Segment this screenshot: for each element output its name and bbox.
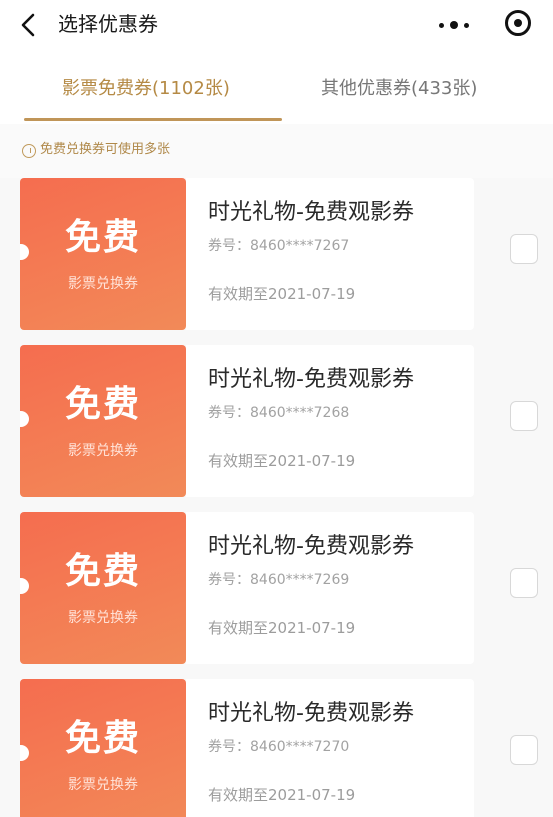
active-tab-indicator <box>24 118 282 121</box>
bulb-icon <box>22 144 36 158</box>
coupon-tabs: 影票免费券(1102张) 其他优惠券(433张) <box>0 62 553 124</box>
coupon-validity: 有效期至2021-07-19 <box>208 619 356 637</box>
coupon-code: 券号：8460****7270 <box>208 739 350 755</box>
coupon-body: 时光礼物-免费观影券 券号：8460****7267 有效期至2021-07-1… <box>186 178 474 330</box>
coupon-body: 时光礼物-免费观影券 券号：8460****7270 有效期至2021-07-1… <box>186 679 474 817</box>
coupon-stub: 免费 影票兑换券 <box>20 679 186 817</box>
coupon-name: 时光礼物-免费观影券 <box>208 367 414 392</box>
coupon-stub-title: 免费 <box>64 551 141 592</box>
coupon-validity: 有效期至2021-07-19 <box>208 786 356 804</box>
coupon-card[interactable]: 免费 影票兑换券 时光礼物-免费观影券 券号：8460****7267 有效期至… <box>20 178 553 330</box>
coupon-stub: 免费 影票兑换券 <box>20 178 186 330</box>
target-circle-icon[interactable] <box>505 10 531 36</box>
coupon-name: 时光礼物-免费观影券 <box>208 701 414 726</box>
page-title: 选择优惠券 <box>58 12 158 36</box>
coupon-validity: 有效期至2021-07-19 <box>208 452 356 470</box>
coupon-stub-title: 免费 <box>64 217 141 258</box>
coupon-list: 免费 影票兑换券 时光礼物-免费观影券 券号：8460****7267 有效期至… <box>0 178 553 817</box>
coupon-checkbox[interactable] <box>510 401 538 431</box>
tip-text: 免费兑换券可使用多张 <box>40 142 171 157</box>
tab-movie-free-coupons[interactable]: 影票免费券(1102张) <box>62 76 230 102</box>
coupon-card[interactable]: 免费 影票兑换券 时光礼物-免费观影券 券号：8460****7270 有效期至… <box>20 679 553 817</box>
coupon-code: 券号：8460****7269 <box>208 572 350 588</box>
coupon-stub-subtitle: 影票兑换券 <box>68 610 138 626</box>
coupon-body: 时光礼物-免费观影券 券号：8460****7269 有效期至2021-07-1… <box>186 512 474 664</box>
coupon-checkbox[interactable] <box>510 234 538 264</box>
coupon-code: 券号：8460****7268 <box>208 405 350 421</box>
coupon-card[interactable]: 免费 影票兑换券 时光礼物-免费观影券 券号：8460****7269 有效期至… <box>20 512 553 664</box>
coupon-card[interactable]: 免费 影票兑换券 时光礼物-免费观影券 券号：8460****7268 有效期至… <box>20 345 553 497</box>
coupon-checkbox[interactable] <box>510 568 538 598</box>
tab-other-coupons[interactable]: 其他优惠券(433张) <box>321 76 477 102</box>
tip-bar: 免费兑换券可使用多张 <box>0 124 553 178</box>
nav-bar: 选择优惠券 <box>0 0 553 50</box>
coupon-stub-subtitle: 影票兑换券 <box>68 777 138 793</box>
coupon-code: 券号：8460****7267 <box>208 238 350 254</box>
coupon-validity: 有效期至2021-07-19 <box>208 285 356 303</box>
coupon-stub-subtitle: 影票兑换券 <box>68 276 138 292</box>
coupon-name: 时光礼物-免费观影券 <box>208 200 414 225</box>
coupon-stub: 免费 影票兑换券 <box>20 512 186 664</box>
coupon-stub-subtitle: 影票兑换券 <box>68 443 138 459</box>
coupon-stub: 免费 影票兑换券 <box>20 345 186 497</box>
coupon-body: 时光礼物-免费观影券 券号：8460****7268 有效期至2021-07-1… <box>186 345 474 497</box>
coupon-checkbox[interactable] <box>510 735 538 765</box>
coupon-name: 时光礼物-免费观影券 <box>208 534 414 559</box>
coupon-stub-title: 免费 <box>64 718 141 759</box>
coupon-stub-title: 免费 <box>64 384 141 425</box>
more-dots-icon[interactable] <box>437 11 471 37</box>
chevron-left-icon[interactable] <box>18 12 40 38</box>
